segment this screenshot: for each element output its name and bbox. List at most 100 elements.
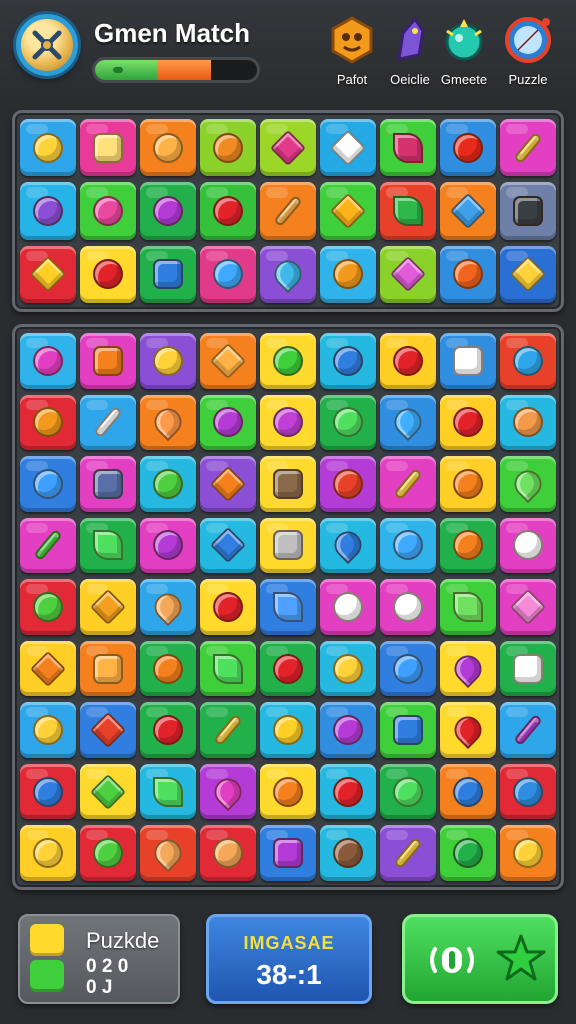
bonus-tile-r1c6[interactable] <box>320 119 376 177</box>
bonus-tile-r1c2[interactable] <box>80 119 136 177</box>
bonus-tile-r1c1[interactable] <box>20 119 76 177</box>
main-tile-r4c2[interactable] <box>80 517 136 574</box>
main-tile-r7c5[interactable] <box>260 702 316 758</box>
main-tile-r3c6[interactable] <box>320 456 376 512</box>
main-tile-r9c6[interactable] <box>320 825 376 881</box>
main-tile-r9c3[interactable] <box>140 825 196 881</box>
bonus-tile-r2c5[interactable] <box>260 182 316 240</box>
main-tile-r2c1[interactable] <box>20 394 76 451</box>
main-tile-r8c1[interactable] <box>20 763 76 820</box>
main-tile-r6c6[interactable] <box>320 640 376 697</box>
main-tile-r3c9[interactable] <box>500 456 556 512</box>
main-tile-r3c1[interactable] <box>20 456 76 512</box>
mode-button-puzzle[interactable]: Puzzle <box>498 14 558 92</box>
main-tile-r6c8[interactable] <box>440 640 496 697</box>
main-tile-r5c4[interactable] <box>200 579 256 635</box>
main-tile-r8c9[interactable] <box>500 763 556 820</box>
main-tile-r2c7[interactable] <box>380 394 436 451</box>
main-tile-r4c6[interactable] <box>320 517 376 574</box>
main-tile-r8c3[interactable] <box>140 763 196 820</box>
bonus-tile-r1c8[interactable] <box>440 119 496 177</box>
main-tile-r5c8[interactable] <box>440 579 496 635</box>
bonus-tile-r1c5[interactable] <box>260 119 316 177</box>
main-tile-r1c3[interactable] <box>140 333 196 389</box>
bonus-tile-r1c9[interactable] <box>500 119 556 177</box>
main-tile-r4c5[interactable] <box>260 517 316 574</box>
main-tile-r9c5[interactable] <box>260 825 316 881</box>
main-tile-r7c1[interactable] <box>20 702 76 758</box>
main-tile-r3c3[interactable] <box>140 456 196 512</box>
main-tile-r3c7[interactable] <box>380 456 436 512</box>
bonus-tile-r1c4[interactable] <box>200 119 256 177</box>
main-tile-r2c3[interactable] <box>140 394 196 451</box>
bonus-tile-r3c4[interactable] <box>200 245 256 303</box>
main-tile-r7c6[interactable] <box>320 702 376 758</box>
bonus-tile-r3c3[interactable] <box>140 245 196 303</box>
main-tile-r4c8[interactable] <box>440 517 496 574</box>
main-tile-r1c2[interactable] <box>80 333 136 389</box>
main-tile-r8c4[interactable] <box>200 763 256 820</box>
main-tile-r1c1[interactable] <box>20 333 76 389</box>
main-tile-r2c2[interactable] <box>80 394 136 451</box>
mode-button-gmeete[interactable]: Gmeete <box>434 14 494 92</box>
main-tile-r4c4[interactable] <box>200 517 256 574</box>
bonus-tile-r3c8[interactable] <box>440 245 496 303</box>
main-tile-r3c8[interactable] <box>440 456 496 512</box>
bonus-tile-r3c7[interactable] <box>380 245 436 303</box>
main-tile-r4c3[interactable] <box>140 517 196 574</box>
main-tile-r8c8[interactable] <box>440 763 496 820</box>
main-tile-r4c9[interactable] <box>500 517 556 574</box>
main-tile-r5c6[interactable] <box>320 579 376 635</box>
mode-button-oeiclie[interactable]: Oeiclie <box>380 14 440 92</box>
main-tile-r5c3[interactable] <box>140 579 196 635</box>
main-tile-r7c9[interactable] <box>500 702 556 758</box>
main-tile-r8c2[interactable] <box>80 763 136 820</box>
bonus-tile-r3c5[interactable] <box>260 245 316 303</box>
main-tile-r8c6[interactable] <box>320 763 376 820</box>
bonus-tile-r2c2[interactable] <box>80 182 136 240</box>
bonus-tile-r3c6[interactable] <box>320 245 376 303</box>
main-tile-r5c9[interactable] <box>500 579 556 635</box>
main-tile-r2c9[interactable] <box>500 394 556 451</box>
main-tile-r6c1[interactable] <box>20 640 76 697</box>
app-logo-icon[interactable] <box>16 14 78 76</box>
main-tile-r9c4[interactable] <box>200 825 256 881</box>
main-tile-r7c7[interactable] <box>380 702 436 758</box>
main-tile-r6c3[interactable] <box>140 640 196 697</box>
bonus-tile-r2c9[interactable] <box>500 182 556 240</box>
main-tile-r5c7[interactable] <box>380 579 436 635</box>
main-tile-r7c8[interactable] <box>440 702 496 758</box>
bonus-tile-r2c6[interactable] <box>320 182 376 240</box>
main-tile-r9c2[interactable] <box>80 825 136 881</box>
bonus-tile-r3c1[interactable] <box>20 245 76 303</box>
bonus-tile-r2c7[interactable] <box>380 182 436 240</box>
main-tile-r4c7[interactable] <box>380 517 436 574</box>
main-tile-r6c2[interactable] <box>80 640 136 697</box>
bonus-tile-r1c3[interactable] <box>140 119 196 177</box>
main-tile-r3c4[interactable] <box>200 456 256 512</box>
main-tile-r6c5[interactable] <box>260 640 316 697</box>
bonus-tile-r2c8[interactable] <box>440 182 496 240</box>
main-tile-r8c5[interactable] <box>260 763 316 820</box>
main-tile-r1c5[interactable] <box>260 333 316 389</box>
main-tile-r5c5[interactable] <box>260 579 316 635</box>
main-tile-r1c9[interactable] <box>500 333 556 389</box>
main-tile-r5c2[interactable] <box>80 579 136 635</box>
sound-star-button[interactable] <box>402 914 558 1004</box>
mode-button-pafot[interactable]: Pafot <box>322 14 382 92</box>
main-tile-r6c4[interactable] <box>200 640 256 697</box>
main-tile-r1c7[interactable] <box>380 333 436 389</box>
main-tile-r6c7[interactable] <box>380 640 436 697</box>
bonus-tile-r2c1[interactable] <box>20 182 76 240</box>
main-tile-r7c4[interactable] <box>200 702 256 758</box>
main-tile-r1c6[interactable] <box>320 333 376 389</box>
main-tile-r2c8[interactable] <box>440 394 496 451</box>
puzzle-info-panel[interactable]: Puzkde 0 2 0 0 J <box>18 914 180 1004</box>
main-tile-r9c8[interactable] <box>440 825 496 881</box>
main-tile-r7c2[interactable] <box>80 702 136 758</box>
bonus-tile-r2c4[interactable] <box>200 182 256 240</box>
main-tile-r4c1[interactable] <box>20 517 76 574</box>
main-tile-r1c4[interactable] <box>200 333 256 389</box>
main-tile-r3c2[interactable] <box>80 456 136 512</box>
bonus-tile-r3c2[interactable] <box>80 245 136 303</box>
